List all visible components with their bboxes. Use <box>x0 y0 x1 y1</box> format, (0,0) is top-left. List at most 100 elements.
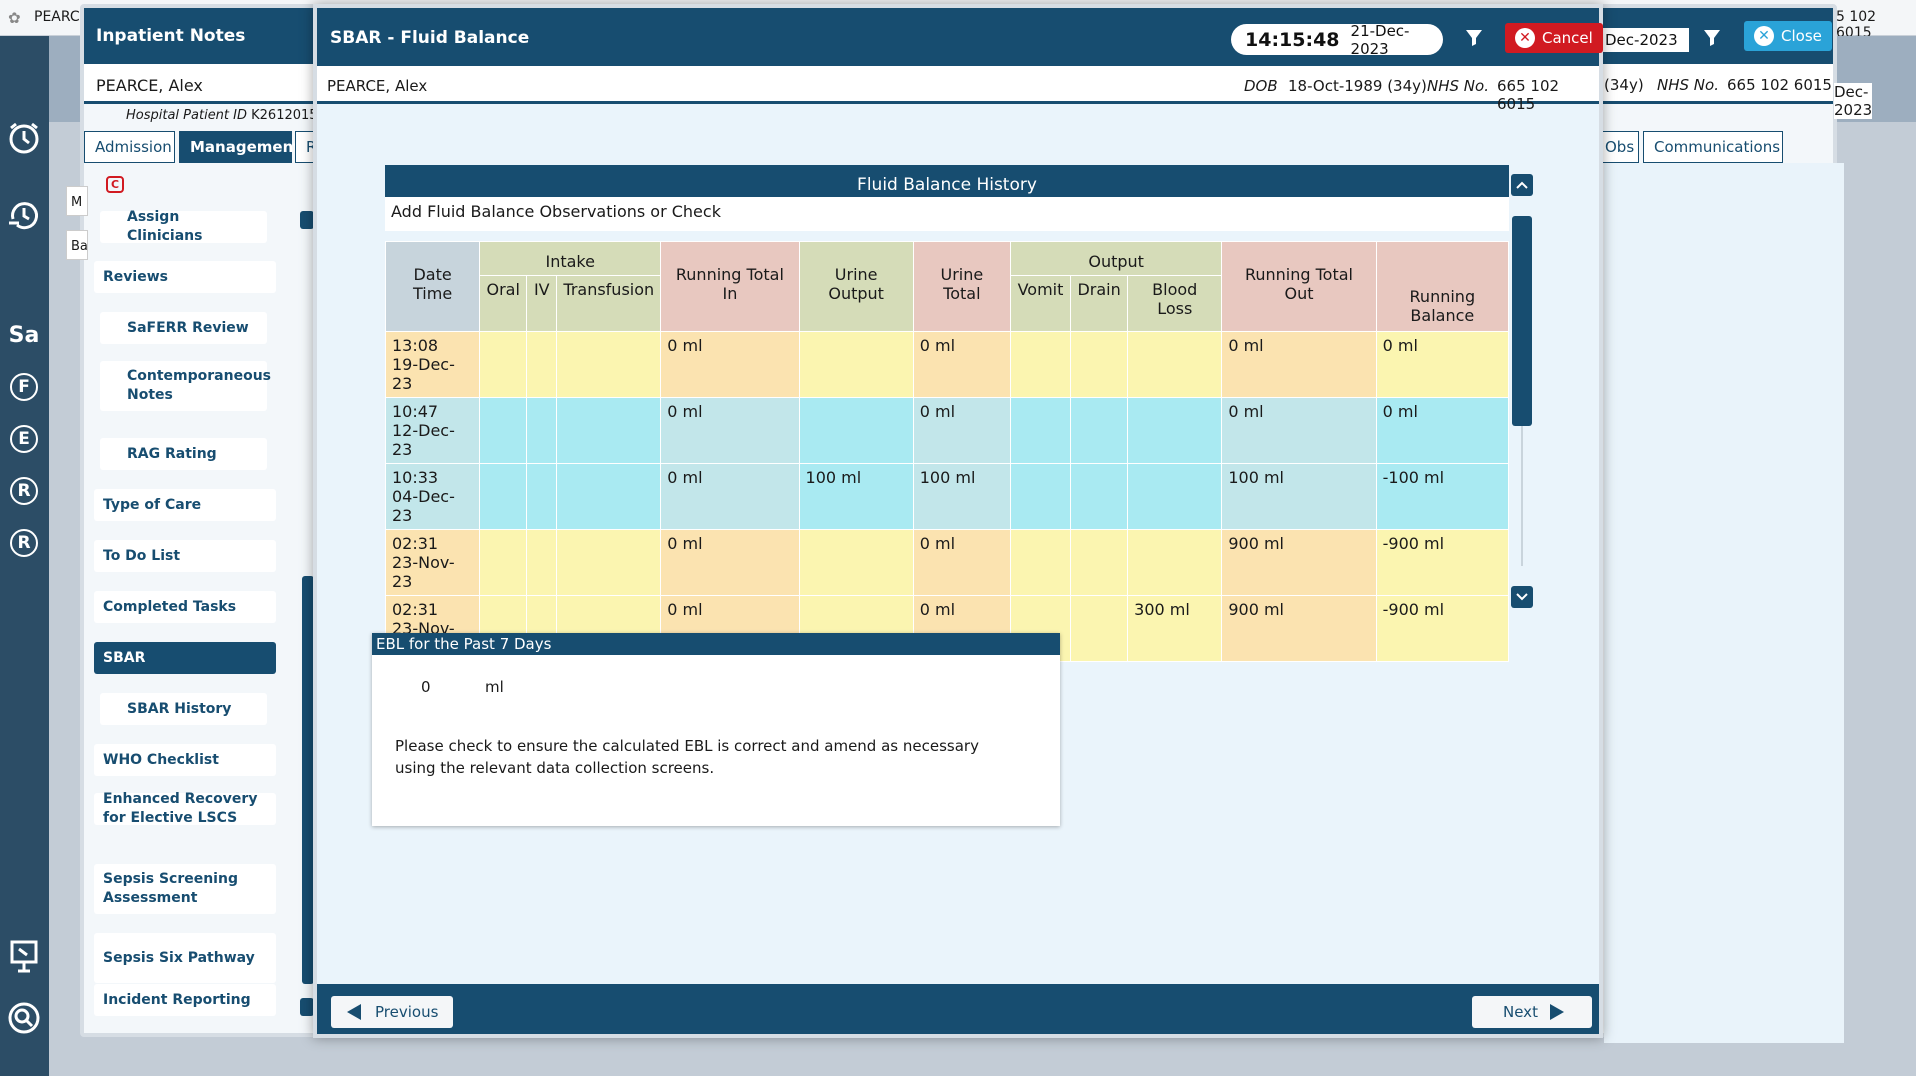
add-observations-link[interactable]: Add Fluid Balance Observations or Check <box>385 197 1509 231</box>
history-icon[interactable] <box>4 194 44 234</box>
clock-icon[interactable] <box>4 118 44 158</box>
sbar-header: SBAR - Fluid Balance 14:15:48 21-Dec-202… <box>317 8 1603 66</box>
table-scroll-up[interactable] <box>1511 174 1533 196</box>
tab-communications[interactable]: Communications <box>1643 131 1783 163</box>
code-badge: C <box>106 176 124 193</box>
cell-drain <box>1070 331 1129 398</box>
row-time: 02:31 <box>392 534 439 553</box>
ebl-panel: EBL for the Past 7 Days 0 ml Please chec… <box>372 633 1060 826</box>
cell-transfusion <box>556 331 662 398</box>
sidebar-item[interactable]: To Do List <box>94 540 276 572</box>
sidebar-item[interactable]: SaFERR Review <box>100 312 267 344</box>
close-label: Close <box>1781 27 1822 45</box>
header-vomit: Vomit <box>1009 275 1072 332</box>
cell-blood <box>1127 397 1223 464</box>
sidebar-item[interactable]: Completed Tasks <box>94 591 276 623</box>
cell-oral <box>479 529 528 596</box>
sidebar-item[interactable]: SBAR History <box>100 693 267 725</box>
sbar-footer: Previous Next <box>317 984 1599 1034</box>
sidebar-item[interactable]: Incident Reporting <box>94 984 276 1016</box>
tab-management[interactable]: Management <box>179 131 300 163</box>
sbar-modal: SBAR - Fluid Balance 14:15:48 21-Dec-202… <box>313 4 1603 1038</box>
left-rail: Sa F E R R <box>0 36 49 1076</box>
sidebar-item[interactable]: Contemporaneous Notes <box>100 361 271 411</box>
cell-date-time: 10:33 04-Dec-23 <box>384 463 481 530</box>
cell-date-time: 10:47 12-Dec-23 <box>384 397 481 464</box>
cell-date-time: 02:3123-Nov-23 <box>384 529 481 596</box>
sidebar-item[interactable]: Type of Care <box>94 489 276 521</box>
filter-icon[interactable] <box>1702 28 1722 48</box>
cell-vomit <box>1009 397 1072 464</box>
header-date-time: Date Time <box>384 241 481 332</box>
row-date: 19-Dec-23 <box>392 355 455 393</box>
cell-ut: 0 ml <box>912 397 1011 464</box>
header-transfusion: Transfusion <box>556 275 662 332</box>
search-icon[interactable] <box>4 998 44 1038</box>
cell-blood: 300 ml <box>1127 595 1223 662</box>
cancel-button[interactable]: ✕ Cancel <box>1505 23 1603 53</box>
cell-rti: 0 ml <box>660 397 800 464</box>
table-scroll-down[interactable] <box>1511 586 1533 608</box>
sidebar-scroll-up[interactable] <box>300 211 314 229</box>
table-scrollbar-thumb[interactable] <box>1512 216 1532 426</box>
cell-blood <box>1127 463 1223 530</box>
close-button[interactable]: ✕ Close <box>1744 21 1832 51</box>
previous-label: Previous <box>375 1003 439 1021</box>
cell-uo <box>798 397 914 464</box>
fluid-balance-body: 13:08 19-Dec-23 0 ml 0 ml 0 ml 0 ml 10:47 12-De… <box>384 331 1510 662</box>
rail-f[interactable]: F <box>4 367 44 407</box>
row-time: 10:33 <box>392 468 439 487</box>
table-row[interactable]: 10:33 04-Dec-23 0 ml 100 ml 100 ml 100 ml -100… <box>384 463 1510 530</box>
side-tab-m[interactable]: M <box>66 186 88 216</box>
filter-icon[interactable] <box>1464 28 1484 48</box>
cell-drain <box>1070 463 1129 530</box>
cell-rto: 900 ml <box>1221 595 1377 662</box>
sidebar-scroll-down[interactable] <box>300 998 314 1016</box>
side-tab-ba[interactable]: Ba <box>66 230 88 260</box>
clock-time: 14:15:48 <box>1245 28 1340 51</box>
cell-uo <box>798 331 914 398</box>
previous-button[interactable]: Previous <box>331 996 453 1028</box>
ebl-note: Please check to ensure the calculated EB… <box>395 737 979 777</box>
cell-blood <box>1127 529 1223 596</box>
cell-rto: 0 ml <box>1221 397 1377 464</box>
table-row[interactable]: 10:47 12-Dec-23 0 ml 0 ml 0 ml 0 ml <box>384 397 1510 464</box>
sidebar-item[interactable]: Reviews <box>94 261 276 293</box>
row-date: 12-Dec-23 <box>392 421 455 459</box>
sidebar-item[interactable]: SBAR <box>94 642 276 674</box>
row-time: 02:31 <box>392 600 439 619</box>
rail-sa[interactable]: Sa <box>4 315 44 355</box>
rail-r2[interactable]: R <box>4 523 44 563</box>
rail-e[interactable]: E <box>4 419 44 459</box>
clock-display: 14:15:48 21-Dec-2023 <box>1231 22 1443 58</box>
top-patient-name: PEARC <box>34 9 80 25</box>
cell-rb: -900 ml <box>1375 595 1510 662</box>
ebl-unit: ml <box>485 678 504 696</box>
tab-admission[interactable]: Admission <box>84 131 175 163</box>
sidebar-item[interactable]: Assign Clinicians <box>100 209 267 244</box>
table-row[interactable]: 02:31 23-Nov-23 0 ml 0 ml 900 ml -900 ml <box>384 529 1510 596</box>
sidebar-item[interactable]: Sepsis Six Pathway <box>94 933 276 983</box>
rail-r1[interactable]: R <box>4 471 44 511</box>
cell-rti: 0 ml <box>660 529 800 596</box>
cell-iv <box>526 331 558 398</box>
header-blood-loss: Blood Loss <box>1127 275 1223 332</box>
ebl-value: 0 <box>421 678 431 696</box>
nhs-number: 665 102 6015 <box>1727 76 1832 94</box>
next-button[interactable]: Next <box>1472 996 1592 1028</box>
sidebar-item[interactable]: Sepsis Screening Assessment <box>94 864 276 914</box>
table-row[interactable]: 13:08 19-Dec-23 0 ml 0 ml 0 ml 0 ml <box>384 331 1510 398</box>
header-output: Output <box>1009 241 1223 276</box>
sidebar-item[interactable]: WHO Checklist <box>94 744 276 776</box>
date-peek-2: Dec-2023 <box>1834 83 1873 119</box>
nhs-label: NHS No. <box>1427 77 1489 95</box>
sidebar-item[interactable]: Enhanced Recovery for Elective LSCS <box>94 791 276 826</box>
cell-drain <box>1070 529 1129 596</box>
cell-uo <box>798 529 914 596</box>
row-time: 13:08 <box>392 336 439 355</box>
sidebar-item[interactable]: RAG Rating <box>100 438 267 470</box>
cell-rto: 100 ml <box>1221 463 1377 530</box>
presentation-icon[interactable] <box>4 936 44 976</box>
fluid-balance-panel: Fluid Balance History Add Fluid Balance … <box>384 165 1510 662</box>
arrow-left-icon <box>347 1004 361 1020</box>
